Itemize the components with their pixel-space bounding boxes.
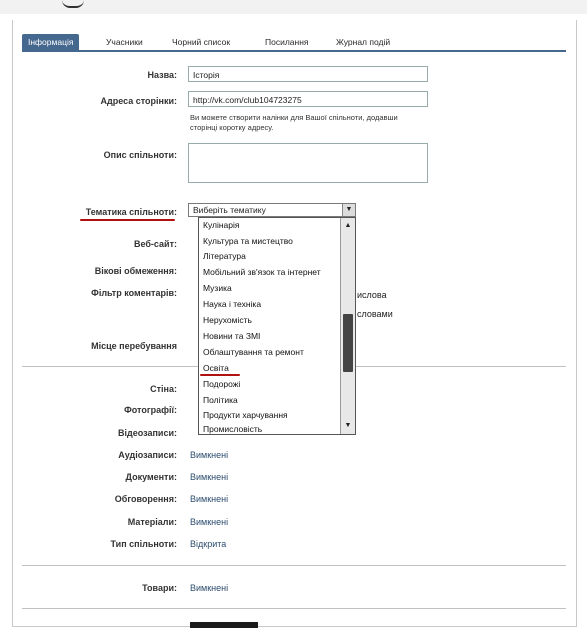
dropdown-option[interactable]: Промисловість	[203, 424, 262, 434]
photos-label: Фотографії:	[124, 405, 177, 415]
community-type-label: Тип спільноти:	[110, 539, 177, 549]
topic-label-underline	[80, 219, 175, 221]
website-label: Веб-сайт:	[133, 239, 177, 249]
dropdown-option[interactable]: Політика	[203, 395, 238, 405]
discussions-value[interactable]: Вимкнені	[190, 494, 228, 504]
tab-event-log[interactable]: Журнал подій	[336, 34, 390, 50]
dropdown-option[interactable]: Облаштування та ремонт	[203, 347, 304, 357]
dropdown-option[interactable]: Подорожі	[203, 379, 240, 389]
dropdown-option[interactable]: Кулінарія	[203, 220, 240, 230]
tab-blacklist[interactable]: Чорний список	[172, 34, 230, 50]
address-value: club104723275	[243, 95, 302, 105]
dropdown-option[interactable]: Новини та ЗМІ	[203, 331, 260, 341]
section-divider-2	[22, 565, 566, 566]
tab-underline	[22, 50, 566, 52]
videos-label: Відеозаписи:	[118, 428, 177, 438]
topic-select-value: Виберіть тематику	[193, 205, 266, 215]
name-value: Історія	[193, 70, 220, 80]
dropdown-option[interactable]: Література	[203, 251, 246, 261]
comments-filter-label: Фільтр коментарів:	[91, 288, 177, 298]
tab-information[interactable]: Інформація	[22, 34, 80, 50]
tab-links[interactable]: Посилання	[265, 34, 309, 50]
option-underline	[200, 374, 240, 376]
scrollbar-thumb[interactable]	[343, 314, 353, 372]
name-input[interactable]: Історія	[188, 66, 428, 82]
tab-members[interactable]: Учасники	[106, 34, 143, 50]
dropdown-option-education[interactable]: Освіта	[203, 363, 229, 373]
materials-value[interactable]: Вимкнені	[190, 517, 228, 527]
section-divider-3	[22, 608, 566, 609]
community-type-value[interactable]: Відкрита	[190, 539, 226, 549]
scroll-up-icon[interactable]: ▲	[341, 220, 355, 232]
dropdown-option[interactable]: Культура та мистецтво	[203, 236, 293, 246]
topic-select[interactable]: Виберіть тематику ▼	[188, 203, 356, 217]
dropdown-option[interactable]: Мобільний зв'язок та інтернет	[203, 267, 321, 277]
dropdown-scrollbar[interactable]: ▲ ▼	[340, 218, 355, 434]
address-hint: Ви можете створити налінки для Вашої спі…	[190, 113, 398, 132]
comments-filter-option-1[interactable]: ислова	[357, 290, 387, 300]
age-limit-label: Вікові обмеження:	[94, 266, 177, 276]
dropdown-option[interactable]: Нерухомість	[203, 315, 252, 325]
documents-value[interactable]: Вимкнені	[190, 472, 228, 482]
dropdown-option[interactable]: Наука і техніка	[203, 299, 261, 309]
goods-value[interactable]: Вимкнені	[190, 583, 228, 593]
address-prefix: http://vk.com/	[193, 95, 244, 105]
comments-filter-option-2[interactable]: словами	[357, 309, 393, 319]
description-textarea[interactable]	[188, 143, 428, 183]
discussions-label: Обговорення:	[114, 494, 177, 504]
save-button[interactable]	[190, 622, 258, 628]
topic-label: Тематика спільноти:	[85, 207, 177, 217]
audio-value[interactable]: Вимкнені	[190, 450, 228, 460]
address-input[interactable]: http://vk.com/club104723275	[188, 91, 428, 107]
scroll-down-icon[interactable]: ▼	[341, 420, 355, 432]
audio-label: Аудіозаписи:	[118, 450, 177, 460]
chevron-down-icon[interactable]: ▼	[342, 204, 355, 216]
location-label: Місце перебування	[91, 341, 177, 351]
wall-label: Стіна:	[150, 384, 177, 394]
browser-top-strip	[0, 0, 587, 14]
dropdown-option[interactable]: Музика	[203, 283, 232, 293]
topic-dropdown-list: Кулінарія Культура та мистецтво Літерату…	[198, 217, 356, 435]
materials-label: Матеріали:	[127, 517, 177, 527]
documents-label: Документи:	[125, 472, 177, 482]
address-label: Адреса сторінки:	[100, 96, 177, 106]
description-label: Опис спільноти:	[103, 150, 177, 160]
goods-label: Товари:	[142, 583, 177, 593]
name-label: Назва:	[147, 70, 177, 80]
dropdown-option[interactable]: Продукти харчування	[203, 410, 288, 420]
